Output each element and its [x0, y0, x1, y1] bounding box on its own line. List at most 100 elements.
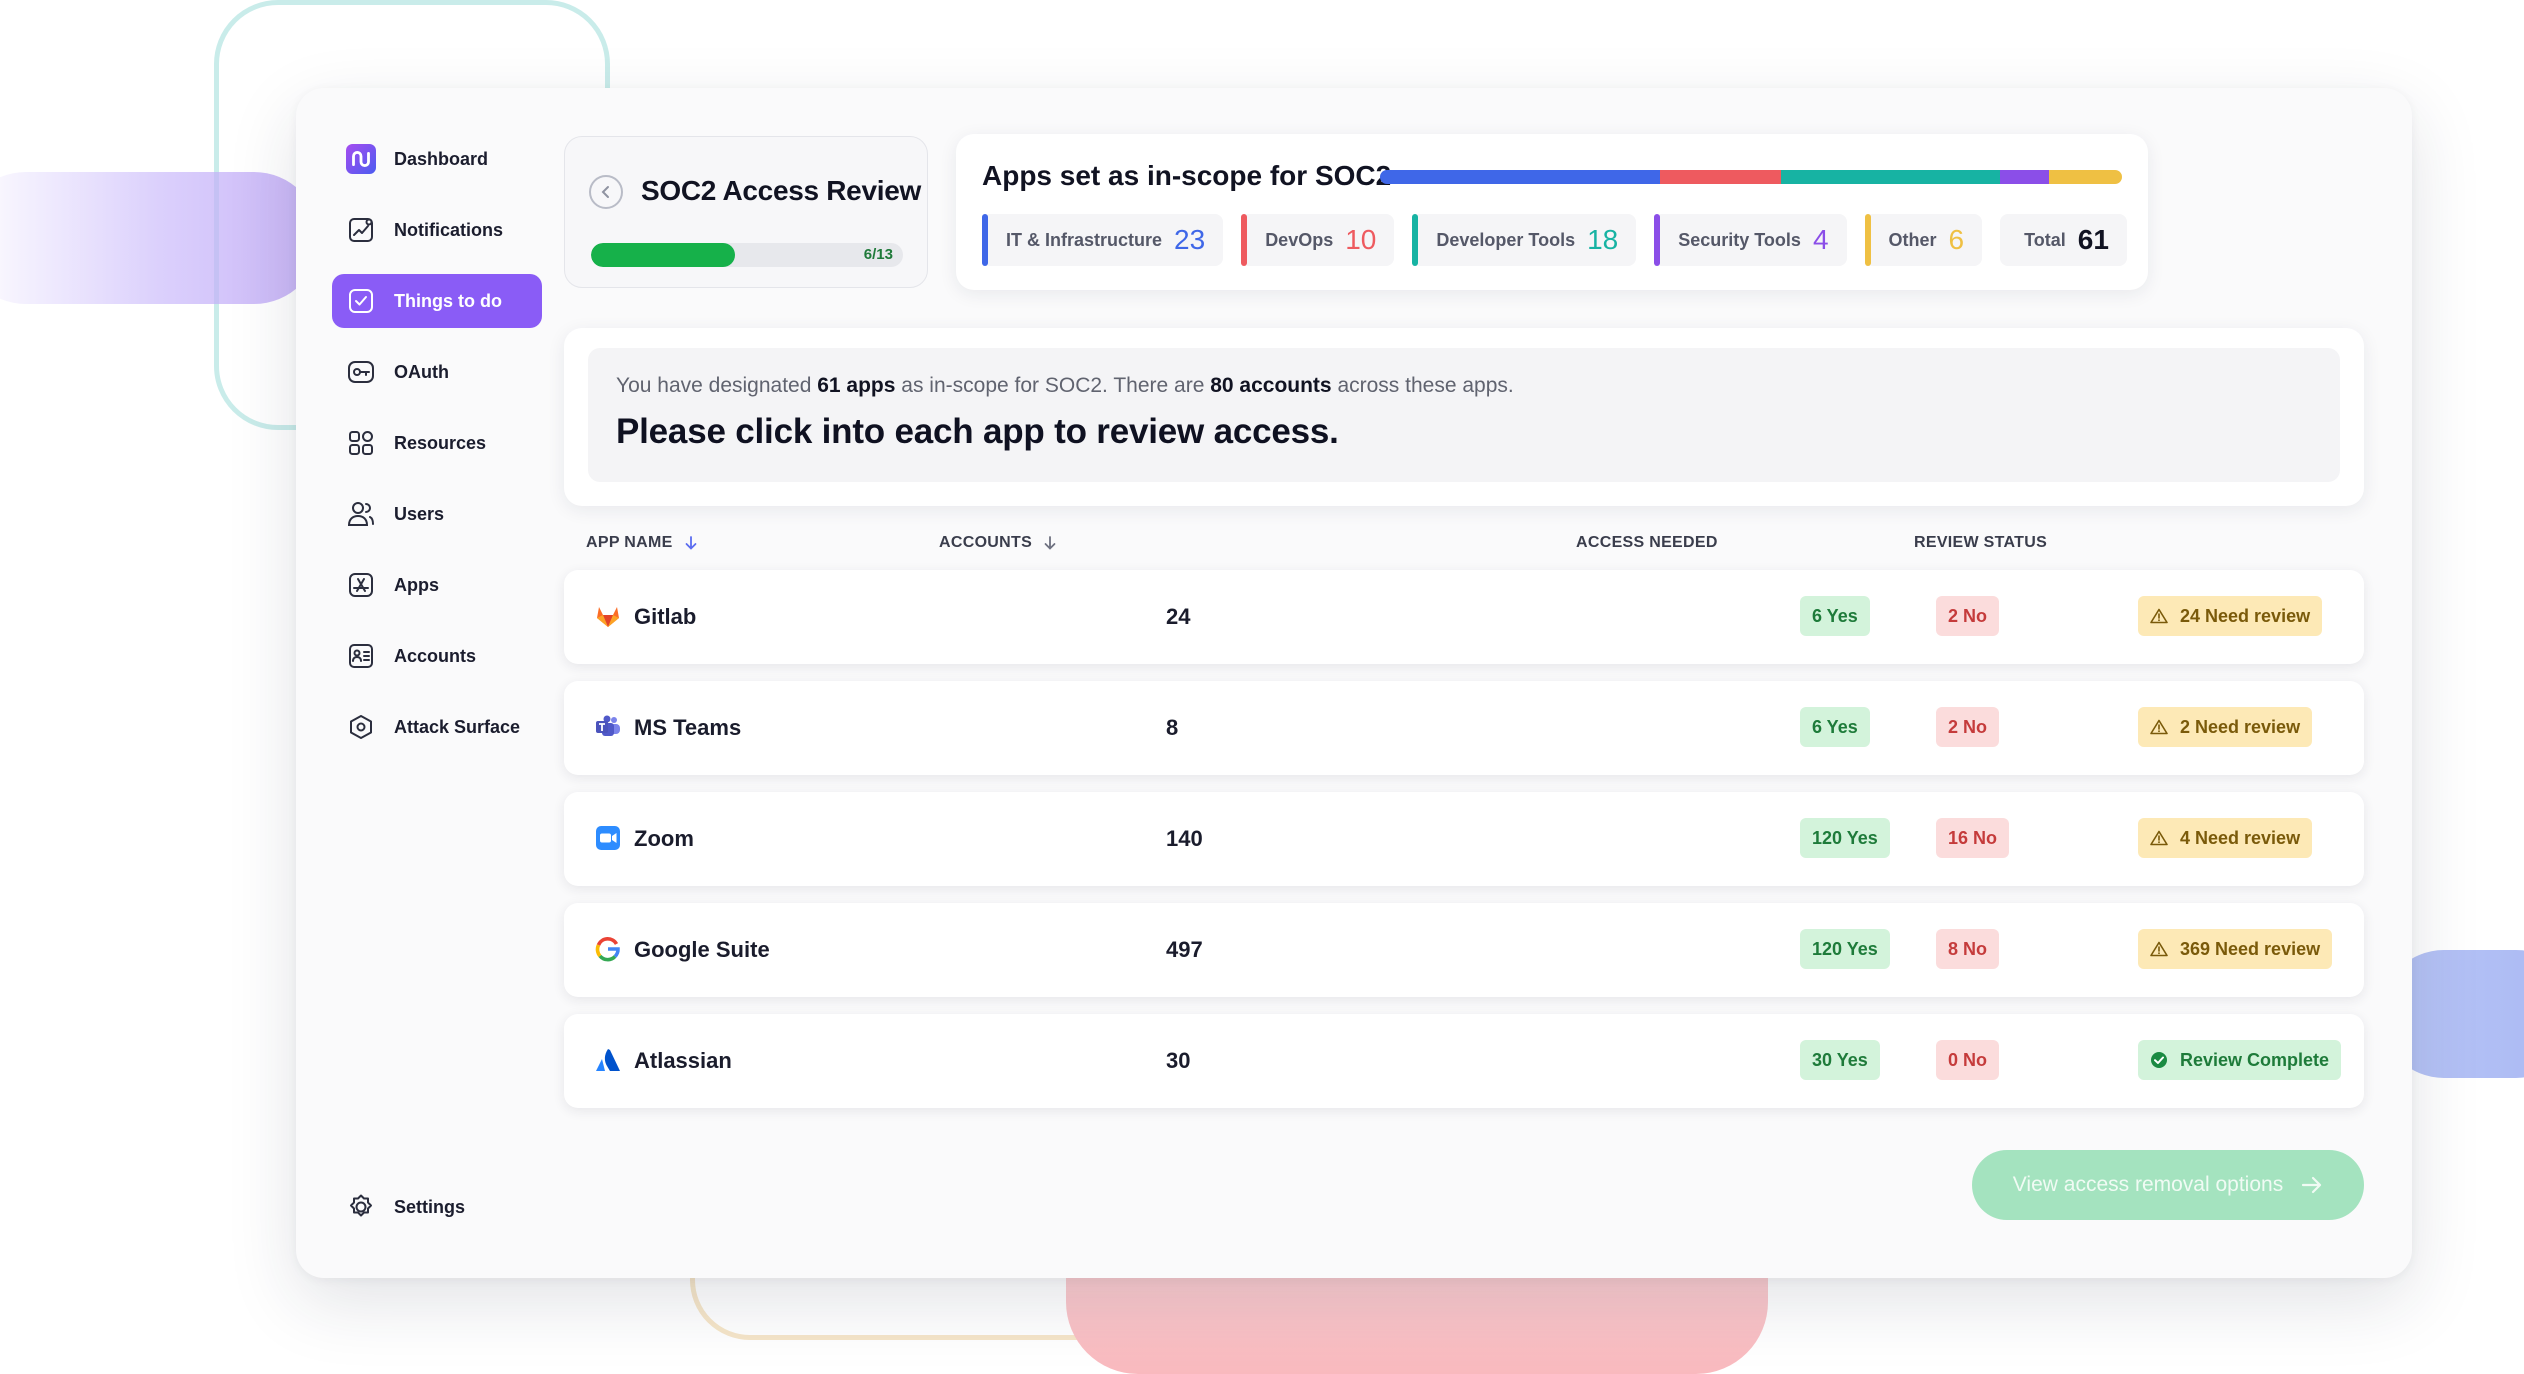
sidebar-item-notifications[interactable]: Notifications	[332, 203, 542, 257]
grid-icon	[346, 428, 376, 458]
arrow-down-icon	[1044, 536, 1056, 550]
instructions-headline: Please click into each app to review acc…	[616, 412, 1339, 451]
arrow-down-icon	[685, 536, 696, 550]
atlassian-icon	[594, 1046, 622, 1074]
warning-icon	[2150, 941, 2168, 957]
app-name: Google Suite	[634, 937, 770, 962]
accounts-count: 24	[1166, 604, 1191, 629]
sidebar-item-label: Users	[394, 503, 445, 524]
sidebar-item-label: Accounts	[394, 645, 477, 666]
category-chip-label: Security Tools	[1678, 229, 1801, 250]
warning-icon	[2150, 830, 2168, 846]
apps-count: 61 apps	[817, 374, 896, 397]
sidebar-item-things-to-do[interactable]: Things to do	[332, 274, 542, 328]
id-card-icon	[346, 641, 376, 671]
category-bar-segment	[2048, 170, 2122, 184]
warning-icon	[2150, 719, 2168, 735]
logo-icon	[346, 144, 376, 174]
review-status-badge: 24 Need review	[2138, 596, 2323, 636]
review-status-label: 24 Need review	[2180, 605, 2311, 626]
users-icon	[346, 499, 376, 529]
category-bar-segment	[1380, 170, 1660, 184]
category-chip-count: 18	[1587, 224, 1619, 255]
instructions-summary: You have designated 61 apps as in-scope …	[616, 374, 1514, 398]
sidebar-item-dashboard[interactable]: Dashboard	[332, 132, 542, 186]
sidebar-item-apps[interactable]: Apps	[332, 558, 542, 612]
summary-text: You have designated	[616, 374, 818, 397]
category-chip[interactable]: Developer Tools 18	[1412, 214, 1637, 266]
accounts-count: 30	[1166, 1048, 1191, 1073]
decor-blob-purple	[0, 172, 320, 304]
access-yes-badge: 6 Yes	[1800, 707, 1870, 747]
category-bar-segment	[2000, 170, 2049, 184]
sidebar-item-accounts[interactable]: Accounts	[332, 629, 542, 683]
category-chips: IT & Infrastructure 23 DevOps 10 Developer T…	[982, 214, 2127, 266]
review-progress-card: SOC2 Access Review 6/13	[564, 136, 928, 288]
app-window: Dashboard Notifications Things to do OAu…	[296, 88, 2412, 1278]
access-no-badge: 2 No	[1936, 707, 2000, 747]
table-row[interactable]: Google Suite 497 120 Yes 8 No 369 Need r…	[564, 903, 2364, 997]
ms-teams-icon	[594, 713, 622, 741]
app-name: Atlassian	[634, 1048, 732, 1073]
sidebar-item-label: Resources	[394, 432, 487, 453]
category-chip-count: 4	[1812, 224, 1829, 255]
category-bar-segment	[1781, 170, 2001, 184]
app-store-icon	[346, 570, 376, 600]
table-row[interactable]: Gitlab 24 6 Yes 2 No 24 Need review	[564, 570, 2364, 664]
review-status-badge: 2 Need review	[2138, 707, 2313, 747]
review-progress-bar: 6/13	[591, 243, 903, 267]
review-progress-fill	[591, 243, 735, 267]
review-status-badge: 369 Need review	[2138, 929, 2333, 969]
summary-text: as in-scope for SOC2. There are	[895, 374, 1211, 397]
category-bar-segment	[1659, 170, 1782, 184]
chart-line-icon	[346, 215, 376, 245]
sidebar-item-users[interactable]: Users	[332, 487, 542, 541]
google-icon	[594, 935, 622, 963]
table-row[interactable]: MS Teams 8 6 Yes 2 No 2 Need review	[564, 681, 2364, 775]
category-distribution-bar	[1380, 170, 2122, 184]
access-yes-badge: 30 Yes	[1800, 1040, 1880, 1080]
review-status-badge: 4 Need review	[2138, 818, 2313, 858]
review-status-label: 369 Need review	[2180, 938, 2321, 959]
access-no-badge: 8 No	[1936, 929, 2000, 969]
sidebar-item-resources[interactable]: Resources	[332, 416, 542, 470]
sidebar-item-label: Settings	[394, 1196, 466, 1217]
category-chip-count: 23	[1174, 224, 1206, 255]
column-header-label: ACCESS NEEDED	[1576, 534, 1718, 551]
warning-icon	[2150, 608, 2168, 624]
sidebar-item-label: Things to do	[394, 290, 502, 311]
accounts-count: 140	[1166, 826, 1203, 851]
sidebar-item-oauth[interactable]: OAuth	[332, 345, 542, 399]
back-button[interactable]	[589, 175, 623, 209]
category-chip[interactable]: IT & Infrastructure 23	[982, 214, 1224, 266]
column-header-accounts[interactable]: ACCOUNTS	[939, 534, 1056, 552]
access-yes-badge: 6 Yes	[1800, 596, 1870, 636]
review-status-label: Review Complete	[2180, 1049, 2330, 1070]
chevron-left-icon	[601, 186, 609, 198]
table-row[interactable]: Atlassian 30 30 Yes 0 No Review Complete	[564, 1014, 2364, 1108]
category-chip[interactable]: Other 6	[1864, 214, 1983, 266]
checkbox-icon	[346, 286, 376, 316]
sidebar-item-settings[interactable]: Settings	[332, 1180, 542, 1234]
review-status-label: 4 Need review	[2180, 827, 2301, 848]
instructions-card: You have designated 61 apps as in-scope …	[564, 328, 2364, 506]
category-chip-label: IT & Infrastructure	[1006, 229, 1163, 250]
category-chip-count: 6	[1948, 224, 1965, 255]
column-header-label: REVIEW STATUS	[1914, 534, 2048, 551]
page-title: SOC2 Access Review	[641, 175, 921, 206]
column-header-label: ACCOUNTS	[939, 534, 1033, 551]
category-chip[interactable]: Security Tools 4	[1654, 214, 1847, 266]
sidebar-item-attack-surface[interactable]: Attack Surface	[332, 700, 542, 754]
app-name: MS Teams	[634, 715, 742, 740]
table-row[interactable]: Zoom 140 120 Yes 16 No 4 Need review	[564, 792, 2364, 886]
column-header-app-name[interactable]: APP NAME	[586, 534, 697, 552]
review-progress-text: 6/13	[863, 246, 893, 263]
column-header-review-status: REVIEW STATUS	[1914, 534, 2047, 552]
total-chip-count: 61	[2077, 224, 2109, 255]
sidebar-item-label: Apps	[394, 574, 439, 595]
access-yes-badge: 120 Yes	[1800, 929, 1890, 969]
sidebar-settings: Settings	[332, 1180, 542, 1251]
summary-text: across these apps.	[1331, 374, 1514, 397]
category-chip[interactable]: DevOps 10	[1241, 214, 1395, 266]
view-access-removal-button[interactable]: View access removal options	[1972, 1150, 2364, 1220]
